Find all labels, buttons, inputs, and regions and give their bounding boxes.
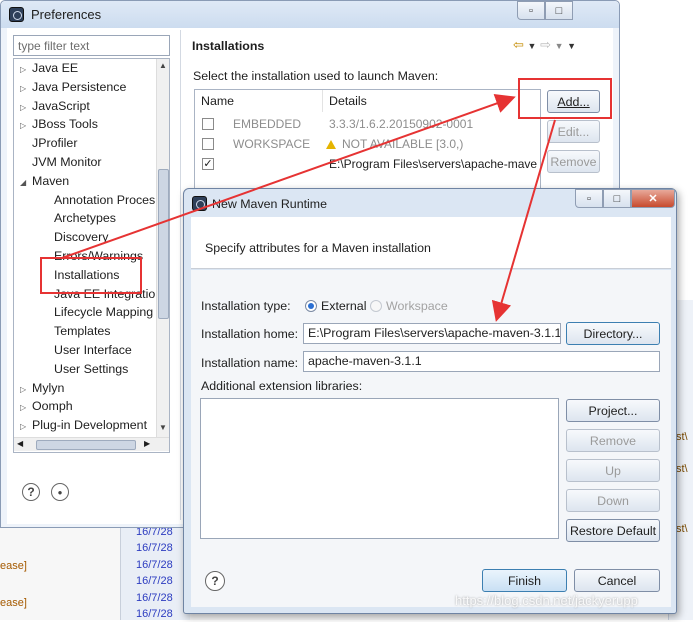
annotation-arrow [491,119,556,322]
annotation-arrows [61,93,556,322]
watermark: https://blog.csdn.net/jackyerupp [455,593,638,608]
annotation-arrow [61,93,516,259]
